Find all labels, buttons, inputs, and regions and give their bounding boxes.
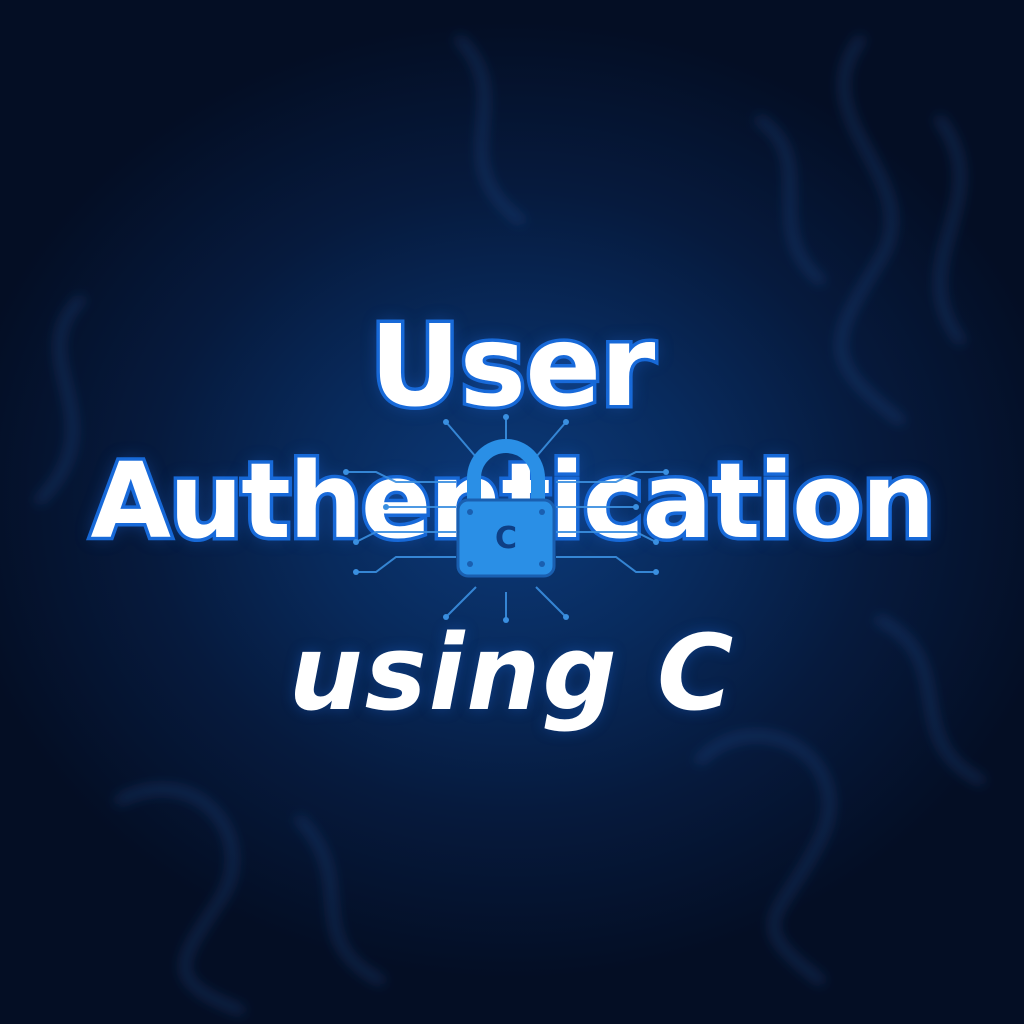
title-card: User Authentication — [0, 0, 1024, 1024]
title-line-3: using C — [288, 612, 736, 734]
padlock-circuit-icon: C — [343, 414, 669, 623]
padlock-glyph: C — [495, 521, 517, 556]
